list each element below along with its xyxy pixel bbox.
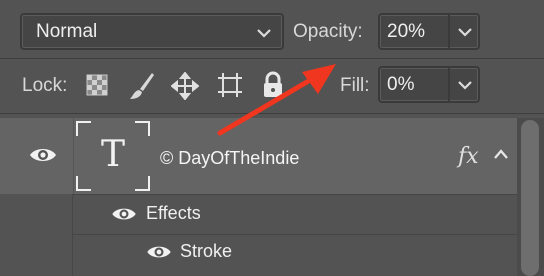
scrollbar-thumb[interactable] bbox=[521, 120, 539, 276]
opacity-field[interactable]: 20% bbox=[378, 13, 480, 50]
layers-panel: Normal Opacity: 20% Lock: Fill: 0% T © D… bbox=[0, 0, 544, 276]
chevron-down-icon bbox=[458, 81, 472, 90]
divider bbox=[0, 113, 544, 114]
effects-label: Effects bbox=[146, 203, 201, 223]
lock-label: Lock: bbox=[22, 75, 68, 96]
fx-badge[interactable]: fx bbox=[458, 144, 479, 169]
fill-label: Fill: bbox=[340, 75, 370, 96]
blend-mode-value: Normal bbox=[36, 21, 98, 42]
eye-icon[interactable] bbox=[111, 205, 137, 223]
layer-thumbnail[interactable]: T bbox=[75, 120, 151, 192]
chevron-down-icon bbox=[458, 28, 472, 37]
artboard-lock-icon[interactable] bbox=[216, 71, 244, 99]
stroke-row[interactable] bbox=[73, 234, 517, 276]
padlock-icon[interactable] bbox=[262, 71, 284, 99]
fill-value: 0% bbox=[387, 74, 415, 95]
eye-icon[interactable] bbox=[29, 145, 57, 165]
chevron-down-icon bbox=[257, 29, 271, 38]
brush-lock-icon[interactable] bbox=[128, 71, 156, 101]
caret-up-icon[interactable] bbox=[493, 147, 509, 161]
divider bbox=[73, 118, 74, 194]
opacity-label: Opacity: bbox=[293, 21, 363, 42]
effects-row[interactable] bbox=[73, 194, 517, 234]
opacity-value: 20% bbox=[387, 21, 426, 42]
layer-name[interactable]: © DayOfTheIndie bbox=[160, 148, 299, 169]
blend-mode-select[interactable]: Normal bbox=[20, 13, 284, 50]
row-gutter bbox=[0, 194, 73, 276]
fill-dropdown-button[interactable] bbox=[448, 68, 478, 101]
fill-field[interactable]: 0% bbox=[378, 66, 480, 103]
stroke-label: Stroke bbox=[180, 241, 233, 261]
opacity-dropdown-button[interactable] bbox=[448, 15, 478, 48]
eye-icon[interactable] bbox=[146, 243, 172, 261]
move-lock-icon[interactable] bbox=[171, 72, 199, 100]
text-layer-glyph: T bbox=[100, 134, 125, 175]
checkerboard-lock-icon[interactable] bbox=[86, 74, 108, 96]
divider bbox=[0, 58, 544, 59]
